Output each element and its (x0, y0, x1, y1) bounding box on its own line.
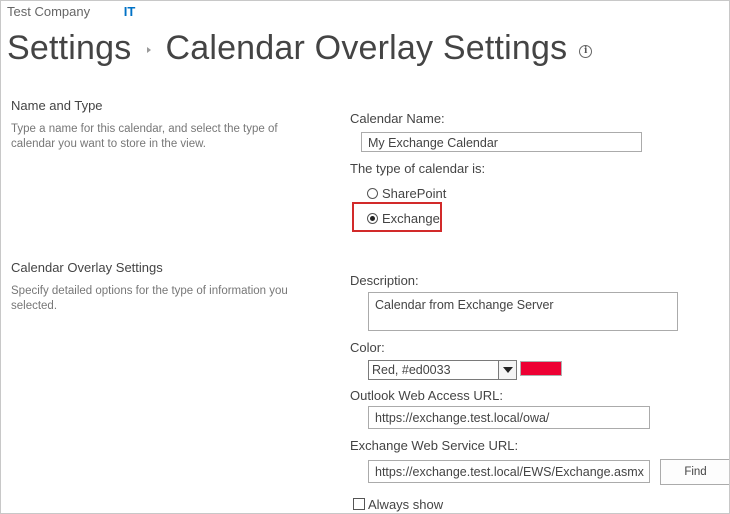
owa-url-input[interactable]: https://exchange.test.local/owa/ (368, 406, 650, 429)
calendar-name-label: Calendar Name: (350, 111, 445, 126)
current-page-title: Calendar Overlay Settings (165, 28, 568, 67)
company-link[interactable]: Test Company (7, 4, 90, 19)
section-title-overlay: Calendar Overlay Settings (11, 260, 163, 275)
highlight-box (352, 202, 442, 232)
calendar-name-input[interactable]: My Exchange Calendar (361, 132, 642, 152)
section-title-name-type: Name and Type (11, 98, 103, 113)
site-it-link[interactable]: IT (124, 4, 136, 19)
settings-breadcrumb-link[interactable]: Settings (7, 29, 131, 68)
always-show-label: Always show (368, 496, 444, 512)
ews-url-input[interactable]: https://exchange.test.local/EWS/Exchange… (368, 460, 650, 483)
breadcrumb-separator-icon (147, 47, 152, 53)
section-desc-name-type: Type a name for this calendar, and selec… (11, 123, 278, 150)
ews-url-label: Exchange Web Service URL: (350, 438, 519, 453)
calendar-type-label: The type of calendar is: (350, 161, 486, 176)
owa-url-label: Outlook Web Access URL: (350, 388, 503, 403)
radio-button[interactable] (367, 187, 378, 199)
description-textarea[interactable]: Calendar from Exchange Server (368, 292, 678, 331)
color-swatch (520, 361, 562, 376)
color-select[interactable]: Red, #ed0033 (368, 360, 517, 380)
radio-sharepoint-label: SharePoint (382, 185, 447, 201)
info-icon[interactable]: i (579, 44, 593, 58)
always-show-option[interactable]: Always show (353, 496, 443, 512)
radio-sharepoint[interactable]: SharePoint (367, 185, 446, 201)
description-label: Description: (350, 273, 419, 288)
section-desc-overlay: Specify detailed options for the type of… (11, 285, 288, 312)
always-show-checkbox[interactable] (353, 498, 365, 510)
settings-page: Test Company IT Settings Calendar Overla… (0, 0, 730, 514)
page-title: Settings Calendar Overlay Settings i (7, 25, 593, 71)
site-breadcrumb: Test Company IT (7, 4, 135, 20)
color-select-value: Red, #ed0033 (372, 363, 451, 377)
find-button[interactable]: Find (660, 459, 729, 485)
color-label: Color: (350, 340, 385, 355)
chevron-down-icon[interactable] (498, 361, 516, 379)
